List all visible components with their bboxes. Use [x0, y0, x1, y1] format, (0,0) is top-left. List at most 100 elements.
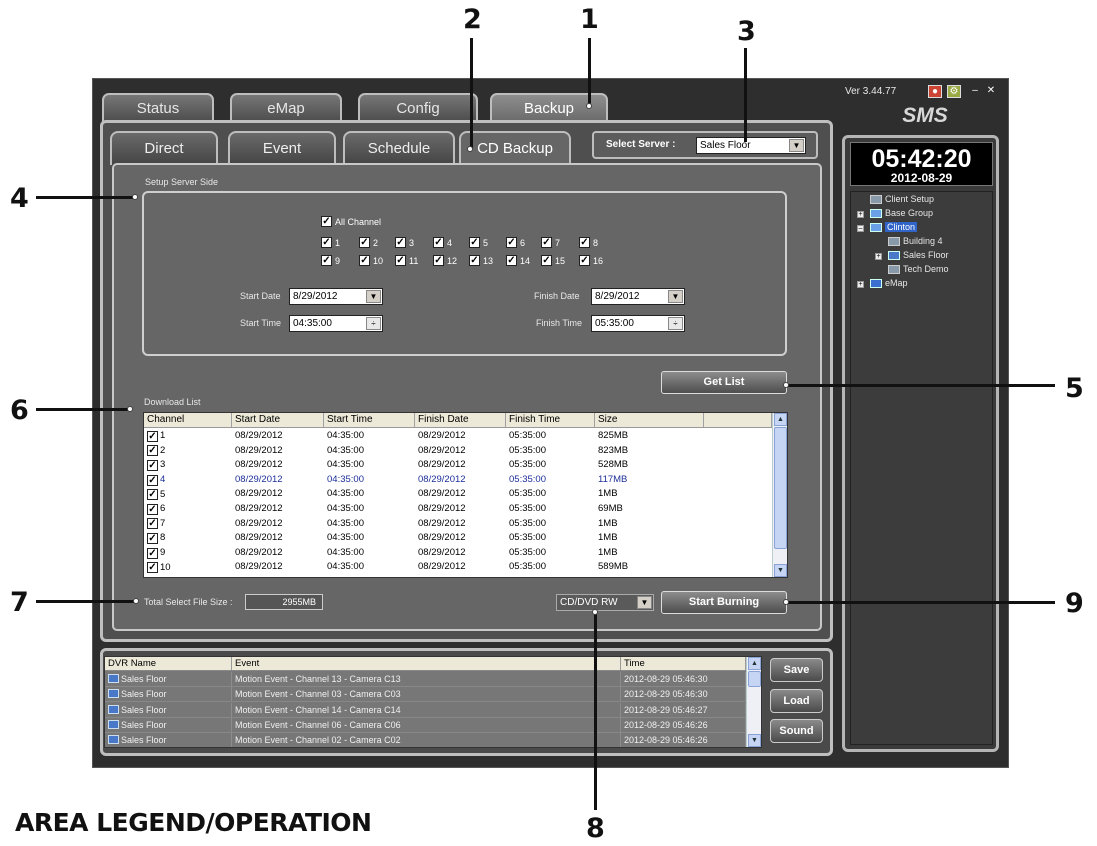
- expand-icon[interactable]: +: [857, 281, 864, 288]
- settings-icon[interactable]: ⚙: [947, 85, 961, 98]
- expand-icon[interactable]: +: [857, 211, 864, 218]
- col-finish-date[interactable]: Finish Date: [415, 413, 506, 427]
- table-row[interactable]: ✓ 3 08/29/2012 04:35:00 08/29/2012 05:35:00 52…: [144, 458, 772, 473]
- tree-item-tech-demo[interactable]: Tech Demo: [888, 264, 949, 274]
- tree-item-building-4[interactable]: Building 4: [888, 236, 943, 246]
- tree-item-base-group[interactable]: Base Group: [870, 208, 933, 218]
- checkbox-icon[interactable]: ✓: [147, 547, 158, 559]
- spinner-icon[interactable]: ÷: [366, 317, 381, 330]
- load-button[interactable]: Load: [770, 689, 823, 713]
- table-row[interactable]: ✓ 8 08/29/2012 04:35:00 08/29/2012 05:35:00 1M…: [144, 531, 772, 546]
- finish-date-picker[interactable]: 8/29/2012 ▼: [591, 288, 685, 305]
- channel-checkbox[interactable]: ✓ 12: [433, 255, 457, 266]
- table-row[interactable]: ✓ 2 08/29/2012 04:35:00 08/29/2012 05:35:00 82…: [144, 444, 772, 459]
- tab-schedule[interactable]: Schedule: [343, 131, 455, 165]
- checkbox-icon[interactable]: ✓: [147, 474, 158, 486]
- checkbox-icon[interactable]: ✓: [147, 518, 158, 530]
- col-start-time[interactable]: Start Time: [324, 413, 415, 427]
- log-row[interactable]: Sales Floor Motion Event - Channel 14 - C…: [105, 702, 746, 718]
- table-row[interactable]: ✓ 5 08/29/2012 04:35:00 08/29/2012 05:35:00 1M…: [144, 487, 772, 502]
- checkbox-icon[interactable]: ✓: [147, 562, 158, 574]
- col-event[interactable]: Event: [232, 657, 621, 670]
- collapse-icon[interactable]: –: [857, 225, 864, 232]
- close-icon[interactable]: ✕: [984, 85, 998, 98]
- tree-label: Clinton: [885, 222, 918, 232]
- col-start-date[interactable]: Start Date: [232, 413, 324, 427]
- channel-checkbox[interactable]: ✓ 10: [359, 255, 383, 266]
- spinner-icon[interactable]: ÷: [668, 317, 683, 330]
- sound-button[interactable]: Sound: [770, 719, 823, 743]
- col-dvr-name[interactable]: DVR Name: [105, 657, 232, 670]
- scroll-up-icon[interactable]: ▲: [774, 413, 787, 426]
- log-row[interactable]: Sales Floor Motion Event - Channel 02 - C…: [105, 733, 746, 747]
- minimize-icon[interactable]: –: [968, 85, 982, 98]
- channel-checkbox[interactable]: ✓ 14: [506, 255, 530, 266]
- scroll-thumb[interactable]: [748, 671, 761, 687]
- channel-checkbox[interactable]: ✓ 1: [321, 237, 340, 248]
- tab-status[interactable]: Status: [102, 93, 214, 123]
- table-row[interactable]: ✓ 4 08/29/2012 04:35:00 08/29/2012 05:35:00 11…: [144, 473, 772, 488]
- channel-checkbox[interactable]: ✓ 8: [579, 237, 598, 248]
- channel-checkbox[interactable]: ✓ 3: [395, 237, 414, 248]
- select-server-dropdown[interactable]: Sales Floor ▼: [696, 137, 806, 154]
- expand-icon[interactable]: +: [875, 253, 882, 260]
- col-finish-time[interactable]: Finish Time: [506, 413, 595, 427]
- channel-checkbox[interactable]: ✓ 6: [506, 237, 525, 248]
- all-channel-checkbox[interactable]: ✓ All Channel: [321, 216, 381, 227]
- channel-checkbox[interactable]: ✓ 7: [541, 237, 560, 248]
- event-log-scrollbar[interactable]: ▲ ▼: [746, 657, 761, 747]
- start-date-picker[interactable]: 8/29/2012 ▼: [289, 288, 383, 305]
- download-list-scrollbar[interactable]: ▲ ▼: [772, 413, 787, 577]
- channel-checkbox[interactable]: ✓ 5: [469, 237, 488, 248]
- checkbox-icon[interactable]: ✓: [147, 459, 158, 471]
- scroll-thumb[interactable]: [774, 427, 787, 549]
- chevron-down-icon[interactable]: ▼: [637, 596, 652, 609]
- channel-label: 15: [555, 255, 566, 266]
- col-size[interactable]: Size: [595, 413, 704, 427]
- channel-checkbox[interactable]: ✓ 16: [579, 255, 603, 266]
- table-row[interactable]: ✓ 1 08/29/2012 04:35:00 08/29/2012 05:35:00 82…: [144, 429, 772, 444]
- scroll-up-icon[interactable]: ▲: [748, 657, 761, 670]
- channel-checkbox[interactable]: ✓ 11: [395, 255, 418, 266]
- channel-checkbox[interactable]: ✓ 9: [321, 255, 340, 266]
- tree-item-emap[interactable]: eMap: [870, 278, 908, 288]
- chevron-down-icon[interactable]: ▼: [789, 139, 804, 152]
- table-row[interactable]: ✓ 6 08/29/2012 04:35:00 08/29/2012 05:35:00 69…: [144, 502, 772, 517]
- chevron-down-icon[interactable]: ▼: [668, 290, 683, 303]
- checkbox-icon[interactable]: ✓: [147, 503, 158, 515]
- checkbox-icon[interactable]: ✓: [147, 489, 158, 501]
- tree-item-sales-floor[interactable]: Sales Floor: [888, 250, 949, 260]
- channel-checkbox[interactable]: ✓ 13: [469, 255, 493, 266]
- col-channel[interactable]: Channel: [144, 413, 232, 427]
- scroll-down-icon[interactable]: ▼: [774, 564, 787, 577]
- log-row[interactable]: Sales Floor Motion Event - Channel 06 - C…: [105, 717, 746, 733]
- save-button[interactable]: Save: [770, 658, 823, 682]
- col-time[interactable]: Time: [621, 657, 746, 670]
- channel-checkbox[interactable]: ✓ 15: [541, 255, 565, 266]
- log-row[interactable]: Sales Floor Motion Event - Channel 03 - C…: [105, 687, 746, 703]
- drive-select[interactable]: CD/DVD RW ▼: [556, 594, 654, 611]
- get-list-button[interactable]: Get List: [661, 371, 787, 394]
- checkbox-icon[interactable]: ✓: [147, 532, 158, 544]
- chevron-down-icon[interactable]: ▼: [366, 290, 381, 303]
- scroll-down-icon[interactable]: ▼: [748, 734, 761, 747]
- checkbox-icon[interactable]: ✓: [147, 445, 158, 457]
- tree-item-client-setup[interactable]: Client Setup: [870, 194, 934, 204]
- start-time-spinner[interactable]: 04:35:00 ÷: [289, 315, 383, 332]
- finish-time-spinner[interactable]: 05:35:00 ÷: [591, 315, 685, 332]
- channel-checkbox[interactable]: ✓ 4: [433, 237, 452, 248]
- tab-event[interactable]: Event: [228, 131, 336, 165]
- tab-emap[interactable]: eMap: [230, 93, 342, 123]
- tab-cd-backup[interactable]: CD Backup: [459, 131, 571, 166]
- log-row[interactable]: Sales Floor Motion Event - Channel 13 - C…: [105, 672, 746, 687]
- tab-direct[interactable]: Direct: [110, 131, 218, 165]
- tab-config[interactable]: Config: [358, 93, 478, 123]
- tree-item-clinton[interactable]: Clinton: [870, 222, 918, 232]
- checkbox-icon[interactable]: ✓: [147, 430, 158, 442]
- table-row[interactable]: ✓ 9 08/29/2012 04:35:00 08/29/2012 05:35:00 1M…: [144, 546, 772, 561]
- record-icon[interactable]: ●: [928, 85, 942, 98]
- table-row[interactable]: ✓ 7 08/29/2012 04:35:00 08/29/2012 05:35:00 1M…: [144, 517, 772, 532]
- channel-checkbox[interactable]: ✓ 2: [359, 237, 378, 248]
- table-row[interactable]: ✓ 10 08/29/2012 04:35:00 08/29/2012 05:35:00 5…: [144, 560, 772, 575]
- start-burning-button[interactable]: Start Burning: [661, 591, 787, 614]
